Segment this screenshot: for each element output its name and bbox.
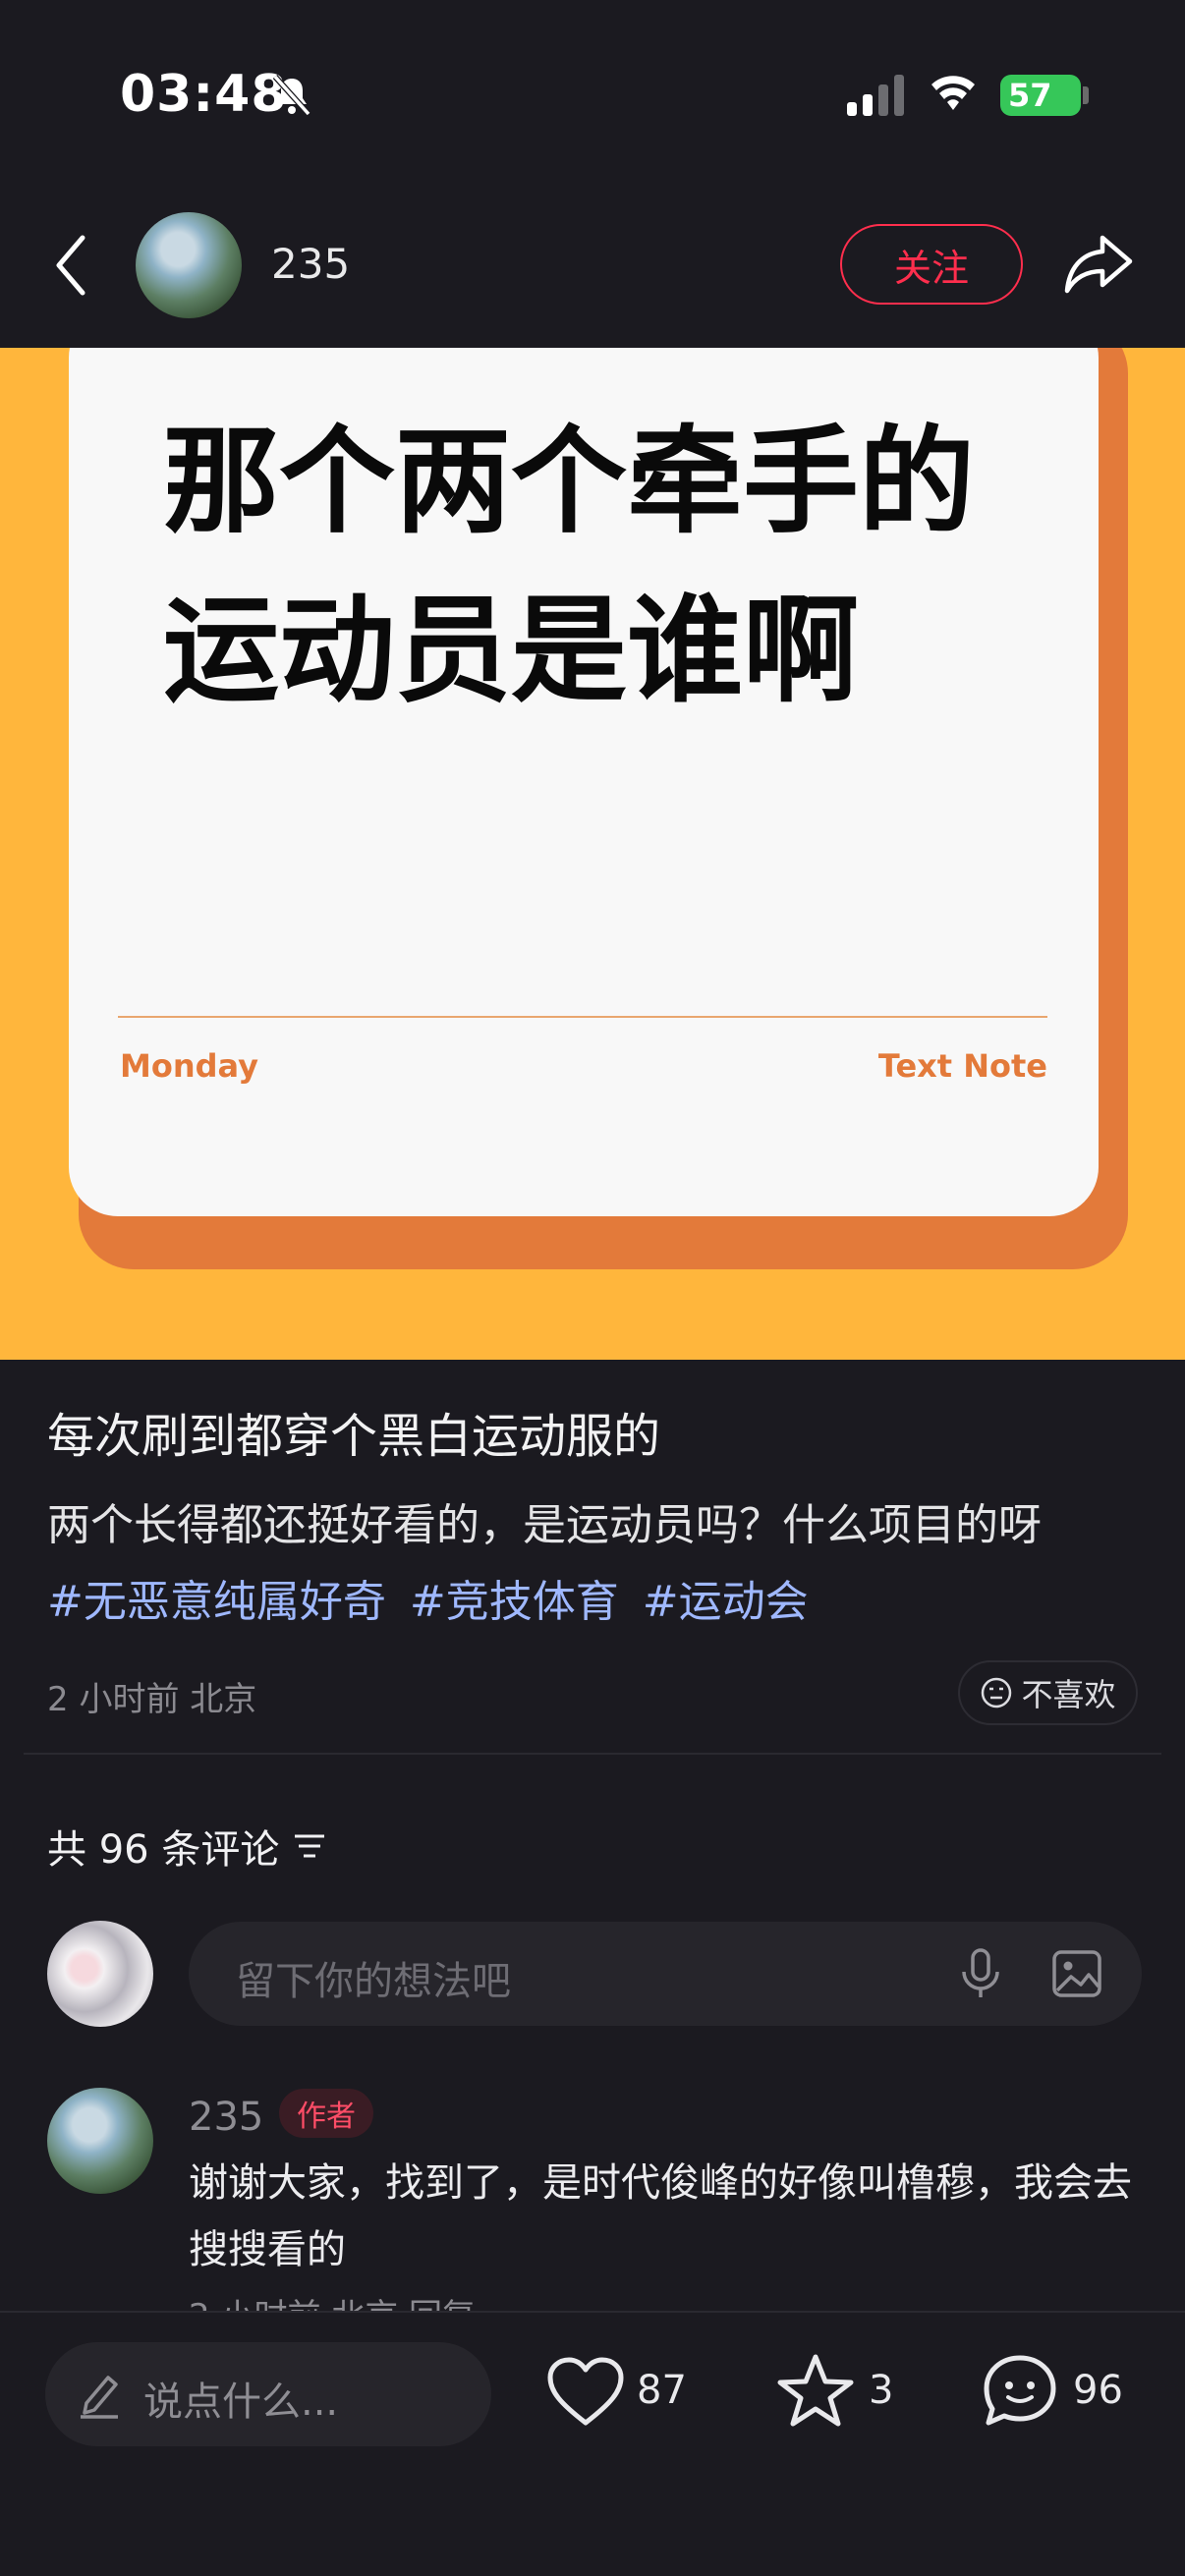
comment-author-name[interactable]: 235 bbox=[189, 2095, 263, 2140]
note-card-label: Text Note bbox=[877, 1047, 1047, 1085]
battery-indicator: 57 bbox=[1000, 75, 1081, 116]
battery-cap bbox=[1083, 86, 1089, 104]
bell-muted-icon bbox=[272, 74, 311, 117]
my-avatar bbox=[47, 1921, 153, 2027]
note-card: 那个两个牵手的运动员是谁啊 Monday Text Note bbox=[69, 348, 1099, 1216]
hashtag[interactable]: #竞技体育 bbox=[410, 1577, 619, 1627]
back-arrow-icon[interactable] bbox=[51, 232, 90, 299]
comment-input-placeholder[interactable]: 留下你的想法吧 bbox=[236, 1949, 511, 2006]
follow-button[interactable]: 关注 bbox=[840, 224, 1023, 305]
heart-icon[interactable] bbox=[546, 2356, 625, 2429]
image-upload-icon[interactable] bbox=[1051, 1949, 1102, 1998]
post-title: 每次刷到都穿个黑白运动服的 bbox=[47, 1409, 661, 1464]
comment-text: 谢谢大家，找到了，是时代俊峰的好像叫橹穆，我会去搜搜看的 bbox=[189, 2160, 1132, 2272]
author-name[interactable]: 235 bbox=[271, 240, 350, 288]
hashtag[interactable]: #无恶意纯属好奇 bbox=[47, 1577, 386, 1627]
post-body: 两个长得都还挺好看的，是运动员吗？什么项目的呀 #无恶意纯属好奇 #竞技体育 #… bbox=[47, 1487, 1148, 1641]
note-card-day: Monday bbox=[120, 1047, 258, 1085]
post-body-text: 两个长得都还挺好看的，是运动员吗？什么项目的呀 bbox=[47, 1500, 1042, 1550]
pencil-icon bbox=[81, 2376, 118, 2419]
comments-count[interactable]: 共 96 条评论 bbox=[47, 1818, 326, 1875]
comment-bubble-icon[interactable] bbox=[981, 2352, 1059, 2431]
note-card-divider bbox=[118, 1016, 1047, 1018]
post-image[interactable]: 那个两个牵手的运动员是谁啊 Monday Text Note bbox=[0, 348, 1185, 1360]
sort-filter-icon[interactable] bbox=[293, 1832, 326, 1860]
comments-count-label: 共 96 条评论 bbox=[47, 1827, 280, 1873]
comment-avatar[interactable] bbox=[47, 2088, 153, 2194]
star-icon[interactable] bbox=[776, 2352, 855, 2431]
neutral-face-icon bbox=[982, 1677, 1012, 1708]
section-divider bbox=[24, 1753, 1161, 1755]
comment-count[interactable]: 96 bbox=[1073, 2368, 1123, 2413]
say-something-placeholder[interactable]: 说点什么... bbox=[143, 2370, 338, 2427]
favorite-count[interactable]: 3 bbox=[869, 2368, 893, 2413]
dislike-label: 不喜欢 bbox=[1021, 1676, 1116, 1713]
post-meta: 2 小时前 北京 bbox=[47, 1680, 257, 1719]
status-time: 03:48 bbox=[120, 65, 288, 124]
wifi-icon bbox=[931, 76, 975, 110]
dislike-button[interactable]: 不喜欢 bbox=[958, 1660, 1138, 1725]
author-avatar[interactable] bbox=[136, 212, 242, 318]
microphone-icon[interactable] bbox=[958, 1948, 1003, 1999]
like-count[interactable]: 87 bbox=[637, 2368, 687, 2413]
signal-icon bbox=[847, 75, 904, 116]
author-badge: 作者 bbox=[279, 2089, 373, 2138]
hashtag[interactable]: #运动会 bbox=[643, 1577, 809, 1627]
share-icon[interactable] bbox=[1063, 230, 1134, 297]
note-card-text: 那个两个牵手的运动员是谁啊 bbox=[163, 414, 976, 718]
